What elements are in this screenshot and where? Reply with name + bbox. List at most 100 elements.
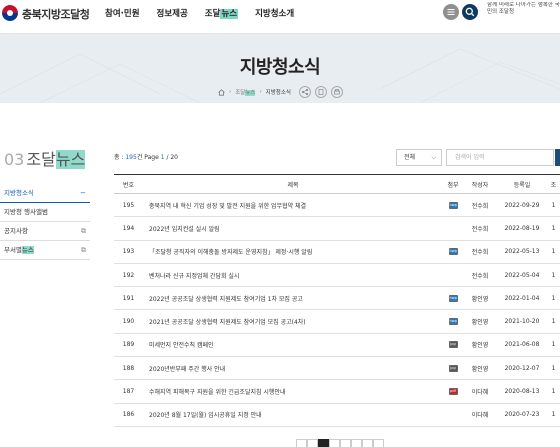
attachment-file-icon[interactable]: jpg: [448, 341, 458, 349]
search-input[interactable]: 검색어 입력: [446, 149, 554, 166]
attachment-file-icon[interactable]: hwp: [448, 201, 458, 209]
government-logo-icon[interactable]: [0, 3, 20, 23]
row-title-link[interactable]: 미세먼지 안전수칙 캠페인: [143, 333, 443, 358]
nav-information[interactable]: 정보제공: [157, 7, 188, 19]
copy-icon: [318, 89, 324, 95]
side-nav-item-album[interactable]: 지방청 행사앨범: [0, 203, 90, 222]
search-icon: [465, 7, 475, 17]
row-title-link[interactable]: 2021년 공공조달 상생협력 지원제도 참여기업 모집 공고(4차): [143, 309, 443, 334]
row-views: 1: [547, 286, 560, 311]
menu-button[interactable]: [443, 4, 459, 20]
table-row[interactable]: 187 수해지역 피해복구 지원을 위한 긴급조달지침 시행안내 pdf 이다혜 202…: [114, 379, 560, 404]
row-number: 188: [114, 356, 143, 381]
col-attachment: 첨부: [443, 174, 463, 194]
row-views: 1: [547, 263, 560, 288]
row-title-link[interactable]: 2022년 입지컨설 실시 알림: [143, 216, 443, 241]
row-attachment: hwp: [443, 286, 463, 311]
row-author: 이다혜: [463, 403, 497, 427]
row-attachment: hwp: [443, 309, 463, 334]
row-date: 2022-05-13: [497, 240, 547, 264]
row-date: 2022-01-04: [497, 286, 547, 311]
row-author: 황인영: [463, 356, 497, 381]
nav-procurement-news[interactable]: 조달뉴스: [205, 7, 239, 19]
row-views: 1: [547, 216, 560, 241]
nav-about[interactable]: 지방청소개: [255, 7, 294, 19]
search-button[interactable]: [462, 4, 478, 20]
table-row[interactable]: 193 「조달청 공직자의 이해충돌 방지제도 운영지침」 제정·시행 알림 hwp…: [114, 240, 560, 264]
row-author: 전수희: [463, 240, 497, 264]
side-nav: 지방청소식 − 지방청 행사앨범 공지사항 ⧉ 부서별뉴스 ⧉: [0, 184, 90, 260]
row-attachment: [443, 263, 463, 288]
share-icon: [301, 89, 308, 95]
row-attachment: hwp: [443, 240, 463, 264]
side-nav-item-dept-news[interactable]: 부서별뉴스 ⧉: [0, 241, 90, 260]
side-nav-item-news[interactable]: 지방청소식 −: [0, 184, 90, 203]
breadcrumb: › 조달뉴스 › 지방청소식: [218, 86, 343, 98]
row-views: 1: [547, 193, 560, 218]
breadcrumb-current: 지방청소식: [265, 90, 291, 96]
row-title-link[interactable]: 충북지역 내 혁신 기업 성장 및 발전 지원을 위한 업무협약 체결: [143, 193, 443, 218]
row-title-link[interactable]: 수해지역 피해복구 지원을 위한 긴급조달지침 시행안내: [143, 379, 443, 404]
attachment-file-icon[interactable]: pdf: [448, 388, 458, 396]
row-number: 195: [114, 193, 143, 218]
nav-participation[interactable]: 참여·민원: [105, 7, 140, 19]
search-submit-button[interactable]: [555, 149, 560, 166]
row-attachment: [443, 403, 463, 427]
row-author: 전수희: [463, 193, 497, 218]
row-attachment: [443, 216, 463, 241]
breadcrumb-procurement-news[interactable]: 조달뉴스: [235, 88, 256, 96]
table-row[interactable]: 189 미세먼지 안전수칙 캠페인 jpg 황인영 2021-06-08 1: [114, 333, 560, 358]
row-title-link[interactable]: 2020년 8월 17일(월) 임시공휴일 지정 안내: [143, 403, 443, 427]
row-date: 2022-09-29: [497, 193, 547, 218]
col-views: 조: [547, 174, 560, 194]
home-icon[interactable]: [218, 88, 225, 96]
share-button[interactable]: [298, 86, 311, 98]
table-row[interactable]: 195 충북지역 내 혁신 기업 성장 및 발전 지원을 위한 업무협약 체결 hw…: [114, 193, 560, 218]
row-attachment: hwp: [443, 193, 463, 218]
row-number: 193: [114, 240, 143, 264]
breadcrumb-separator: ›: [229, 89, 232, 95]
table-row[interactable]: 194 2022년 입지컨설 실시 알림 전수희 2022-08-19 1: [114, 216, 560, 241]
row-number: 191: [114, 286, 143, 311]
hamburger-icon: [447, 9, 455, 15]
external-link-icon: ⧉: [81, 227, 86, 235]
print-button[interactable]: [330, 86, 343, 98]
search-filter-select[interactable]: 전체 ⌵: [396, 149, 442, 166]
row-date: 2021-10-20: [497, 309, 547, 334]
row-attachment: jpg: [443, 333, 463, 358]
bookmark-button[interactable]: [314, 86, 327, 98]
table-row[interactable]: 186 2020년 8월 17일(월) 임시공휴일 지정 안내 이다혜 2020-07…: [114, 403, 560, 427]
global-nav: 참여·민원 정보제공 조달뉴스 지방청소개: [105, 7, 311, 19]
site-logo-text[interactable]: 충북지방조달청: [22, 6, 90, 22]
row-title-link[interactable]: 2022년 공공조달 상생협력 지원제도 참여기업 1차 모집 공고: [143, 286, 443, 311]
row-title-link[interactable]: 2020년반부패 주간 행사 안내: [143, 356, 443, 381]
breadcrumb-separator: ›: [259, 89, 262, 95]
row-date: 2020-12-07: [497, 356, 547, 381]
attachment-file-icon[interactable]: hwp: [448, 318, 458, 326]
chevron-down-icon: ⌵: [431, 154, 436, 161]
row-views: 1: [547, 240, 560, 264]
row-views: 1: [547, 403, 560, 427]
row-title-link[interactable]: 「조달청 공직자의 이해충돌 방지제도 운영지침」 제정·시행 알림: [143, 240, 443, 264]
external-link-icon: ⧉: [81, 246, 86, 254]
row-date: 2020-08-13: [497, 379, 547, 404]
table-row[interactable]: 192 벤처나라 신규 지정업체 간담회 실시 전수희 2022-05-04 1: [114, 263, 560, 288]
col-number: 번호: [114, 174, 143, 194]
collapse-icon: −: [80, 189, 86, 197]
col-date: 등록일: [497, 174, 547, 194]
table-row[interactable]: 188 2020년반부패 주간 행사 안내 jpg 황인영 2020-12-07 1: [114, 356, 560, 381]
attachment-file-icon[interactable]: jpg: [448, 364, 458, 372]
table-row[interactable]: 190 2021년 공공조달 상생협력 지원제도 참여기업 모집 공고(4차) hw…: [114, 309, 560, 334]
row-views: 1: [547, 333, 560, 358]
attachment-file-icon[interactable]: hwp: [448, 294, 458, 302]
row-views: 1: [547, 356, 560, 381]
table-row[interactable]: 191 2022년 공공조달 상생협력 지원제도 참여기업 1차 모집 공고 hwp…: [114, 286, 560, 311]
attachment-file-icon[interactable]: hwp: [448, 248, 458, 256]
row-date: 2022-08-19: [497, 216, 547, 241]
row-attachment: pdf: [443, 379, 463, 404]
row-title-link[interactable]: 벤처나라 신규 지정업체 간담회 실시: [143, 263, 443, 288]
row-date: 2022-05-04: [497, 263, 547, 288]
row-number: 187: [114, 379, 143, 404]
row-number: 189: [114, 333, 143, 358]
side-nav-item-notice[interactable]: 공지사항 ⧉: [0, 222, 90, 241]
